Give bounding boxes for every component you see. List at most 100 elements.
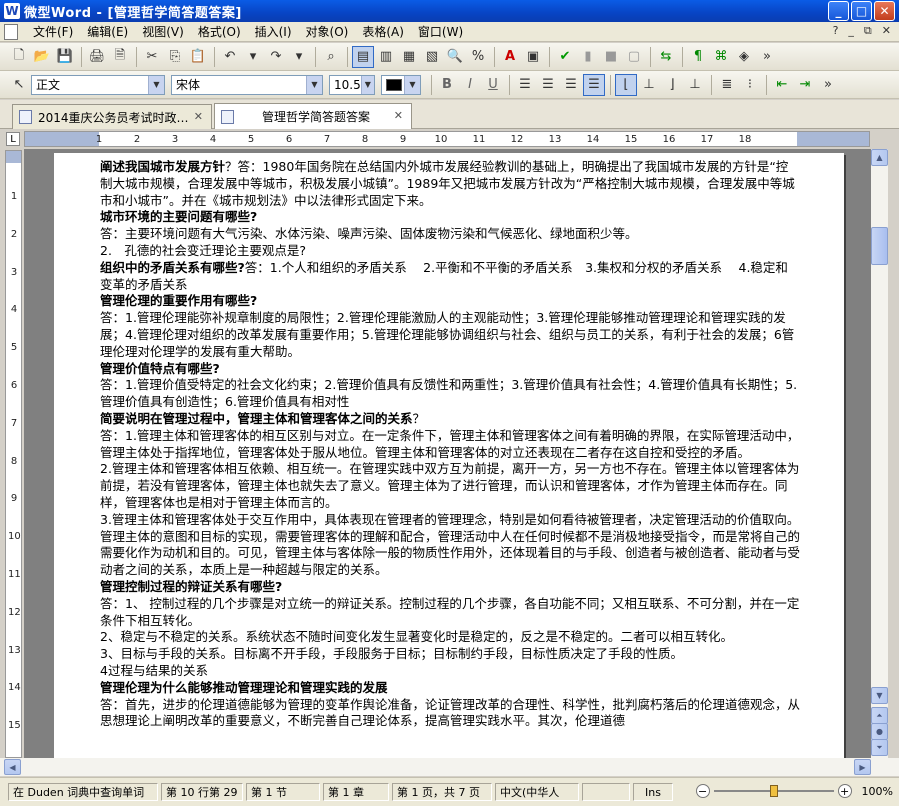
chart-icon[interactable]: ▮ bbox=[577, 46, 599, 68]
font-select[interactable]: 宋体 ▼ bbox=[171, 74, 323, 95]
paragraph-icon[interactable]: ¶ bbox=[687, 46, 709, 68]
vertical-scrollbar[interactable]: ▲ ▼ ⏶ ● ⏷ bbox=[871, 149, 888, 758]
word-app-icon[interactable]: W bbox=[4, 3, 20, 19]
menu-insert[interactable]: 插入(I) bbox=[248, 23, 299, 40]
menu-window[interactable]: 窗口(W) bbox=[411, 23, 470, 40]
open-folder-icon[interactable]: 📂 bbox=[31, 46, 53, 68]
zoom-out-icon[interactable]: − bbox=[695, 784, 710, 798]
document-paragraph[interactable]: 阐述我国城市发展方针？答：1980年国务院在总结国内外城市发展经验教训的基础上，… bbox=[100, 159, 800, 209]
normal-view-icon[interactable]: ▥ bbox=[375, 46, 397, 68]
underline-icon[interactable]: U bbox=[482, 74, 504, 96]
justify-icon[interactable]: ☰ bbox=[583, 73, 605, 96]
align-left-icon[interactable]: ☰ bbox=[514, 74, 536, 96]
document-paragraph[interactable]: 2. 孔德的社会变迁理论主要观点是? bbox=[100, 243, 800, 260]
document-paragraph[interactable]: 城市环境的主要问题有哪些? bbox=[100, 209, 800, 226]
redo-dropdown-icon[interactable]: ▾ bbox=[288, 46, 310, 68]
sync-icon[interactable]: ⇆ bbox=[655, 46, 677, 68]
object-icon[interactable]: ■ bbox=[600, 46, 622, 68]
increase-indent-icon[interactable]: ⇥ bbox=[794, 74, 816, 96]
document-paragraph[interactable]: 管理伦理为什么能够推动管理理论和管理实践的发展 bbox=[100, 680, 800, 697]
more-format-icon[interactable]: » bbox=[817, 74, 839, 96]
document-content[interactable]: 阐述我国城市发展方针？答：1980年国务院在总结国内外城市发展经验教训的基础上，… bbox=[100, 159, 800, 730]
document-paragraph[interactable]: 3、目标与手段的关系。目标离不开手段，手段服务于目标；目标制约手段，目标性质决定… bbox=[100, 646, 800, 663]
status-insert-mode[interactable]: Ins bbox=[633, 783, 673, 801]
undo-icon[interactable]: ↶ bbox=[219, 46, 241, 68]
font-color-select[interactable]: ▼ bbox=[381, 74, 421, 95]
zoom-slider[interactable] bbox=[713, 785, 834, 797]
scroll-down-icon[interactable]: ▼ bbox=[871, 687, 888, 704]
undo-dropdown-icon[interactable]: ▾ bbox=[242, 46, 264, 68]
zoom-percent-icon[interactable]: % bbox=[467, 46, 489, 68]
save-icon[interactable]: 💾 bbox=[54, 46, 76, 68]
document-paragraph[interactable]: 管理价值特点有哪些? bbox=[100, 361, 800, 378]
tab-center-icon[interactable]: ⊥ bbox=[638, 74, 660, 96]
frame-icon[interactable]: ▢ bbox=[623, 46, 645, 68]
more-tools-icon[interactable]: » bbox=[756, 46, 778, 68]
page[interactable]: 阐述我国城市发展方针？答：1980年国务院在总结国内外城市发展经验教训的基础上，… bbox=[54, 153, 844, 758]
menu-table[interactable]: 表格(A) bbox=[355, 23, 411, 40]
cut-icon[interactable]: ✂ bbox=[141, 46, 163, 68]
menu-file[interactable]: 文件(F) bbox=[26, 23, 80, 40]
align-center-icon[interactable]: ☰ bbox=[537, 74, 559, 96]
document-paragraph[interactable]: 管理伦理的重要作用有哪些? bbox=[100, 293, 800, 310]
numbered-list-icon[interactable]: ≣ bbox=[716, 74, 738, 96]
menu-object[interactable]: 对象(O) bbox=[299, 23, 356, 40]
spellcheck-icon[interactable]: ✔ bbox=[554, 46, 576, 68]
doc-restore-button[interactable]: ⧉ bbox=[864, 24, 872, 38]
scrollbar-thumb[interactable] bbox=[871, 227, 888, 265]
menu-view[interactable]: 视图(V) bbox=[135, 23, 191, 40]
page-layout-view-icon[interactable]: ▤ bbox=[352, 45, 374, 68]
status-duden-lookup[interactable]: 在 Duden 词典中查询单词 bbox=[8, 783, 158, 801]
document-paragraph[interactable]: 答：1.管理主体和管理客体的相互区别与对立。在一定条件下，管理主体和管理客体之间… bbox=[100, 428, 800, 462]
document-paragraph[interactable]: 3.管理主体和管理客体处于交互作用中，具体表现在管理者的管理理念，特别是如何看待… bbox=[100, 512, 800, 579]
maximize-button[interactable]: □ bbox=[851, 1, 872, 21]
doc-close-button[interactable]: ✕ bbox=[882, 24, 891, 38]
document-icon[interactable] bbox=[4, 23, 18, 40]
next-page-icon[interactable]: ⏷ bbox=[871, 739, 888, 756]
copy-icon[interactable]: ⎘ bbox=[164, 46, 186, 68]
paste-icon[interactable]: 📋 bbox=[187, 46, 209, 68]
styles-icon[interactable]: ◈ bbox=[733, 46, 755, 68]
menu-format[interactable]: 格式(O) bbox=[191, 23, 248, 40]
find-binoculars-icon[interactable]: ⌕ bbox=[320, 46, 342, 68]
document-paragraph[interactable]: 组织中的矛盾关系有哪些?答：1.个人和组织的矛盾关系 2.平衡和不平衡的矛盾关系… bbox=[100, 260, 800, 294]
document-paragraph[interactable]: 管理控制过程的辩证关系有哪些? bbox=[100, 579, 800, 596]
document-paragraph[interactable]: 答：1.管理伦理能弥补规章制度的局限性；2.管理伦理能激励人的主观能动性；3.管… bbox=[100, 310, 800, 360]
document-paragraph[interactable]: 简要说明在管理过程中，管理主体和管理客体之间的关系？ bbox=[100, 411, 800, 428]
decrease-indent-icon[interactable]: ⇤ bbox=[771, 74, 793, 96]
chevron-down-icon[interactable]: ▼ bbox=[148, 75, 164, 94]
close-button[interactable]: ✕ bbox=[874, 1, 895, 21]
new-document-icon[interactable]: 🗋 bbox=[8, 46, 30, 68]
tab-left-icon[interactable]: ⌊ bbox=[615, 73, 637, 96]
scroll-up-icon[interactable]: ▲ bbox=[871, 149, 888, 166]
document-paragraph[interactable]: 答：1、 控制过程的几个步骤是对立统一的辩证关系。控制过程的几个步骤，各自功能不… bbox=[100, 596, 800, 630]
redo-icon[interactable]: ↷ bbox=[265, 46, 287, 68]
tab-decimal-icon[interactable]: ⊥ bbox=[684, 74, 706, 96]
horizontal-scrollbar[interactable]: ◀ ▶ bbox=[0, 758, 899, 776]
font-a-icon[interactable]: A bbox=[499, 46, 521, 68]
document-area[interactable]: 阐述我国城市发展方针？答：1980年国务院在总结国内外城市发展经验教训的基础上，… bbox=[24, 149, 871, 758]
tab-right-icon[interactable]: ⌋ bbox=[661, 74, 683, 96]
browse-object-icon[interactable]: ● bbox=[871, 723, 888, 740]
vertical-ruler[interactable]: 12345678910111213141516 bbox=[5, 150, 22, 769]
zoom-icon[interactable]: 🔍 bbox=[444, 46, 466, 68]
doc-minimize-button[interactable]: _ bbox=[848, 24, 854, 38]
style-pointer-icon[interactable]: ↖ bbox=[8, 74, 30, 96]
italic-icon[interactable]: I bbox=[459, 74, 481, 96]
zoom-in-icon[interactable]: + bbox=[837, 784, 852, 798]
previous-page-icon[interactable]: ⏶ bbox=[871, 707, 888, 724]
web-view-icon[interactable]: ▦ bbox=[398, 46, 420, 68]
zoom-slider-knob[interactable] bbox=[769, 785, 778, 797]
tab-stop-selector[interactable]: L bbox=[6, 132, 20, 146]
status-language[interactable]: 中文(中华人 bbox=[495, 783, 579, 801]
document-paragraph[interactable]: 4过程与结果的关系 bbox=[100, 663, 800, 680]
font-size-select[interactable]: 10.5 ▼ bbox=[329, 74, 375, 95]
print-preview-icon[interactable]: 🗎 bbox=[109, 46, 131, 68]
document-paragraph[interactable]: 答：1.管理价值受特定的社会文化约束；2.管理价值具有反馈性和两重性；3.管理价… bbox=[100, 377, 800, 411]
document-paragraph[interactable]: 2、稳定与不稳定的关系。系统状态不随时间变化发生显著变化时是稳定的，反之是不稳定… bbox=[100, 629, 800, 646]
scroll-right-icon[interactable]: ▶ bbox=[854, 759, 871, 775]
document-paragraph[interactable]: 答：首先，进步的伦理道德能够为管理的变革作舆论准备，论证管理改革的合理性、科学性… bbox=[100, 697, 800, 731]
print-icon[interactable]: 🖨 bbox=[86, 46, 108, 68]
align-right-icon[interactable]: ☰ bbox=[560, 74, 582, 96]
menu-edit[interactable]: 编辑(E) bbox=[80, 23, 135, 40]
